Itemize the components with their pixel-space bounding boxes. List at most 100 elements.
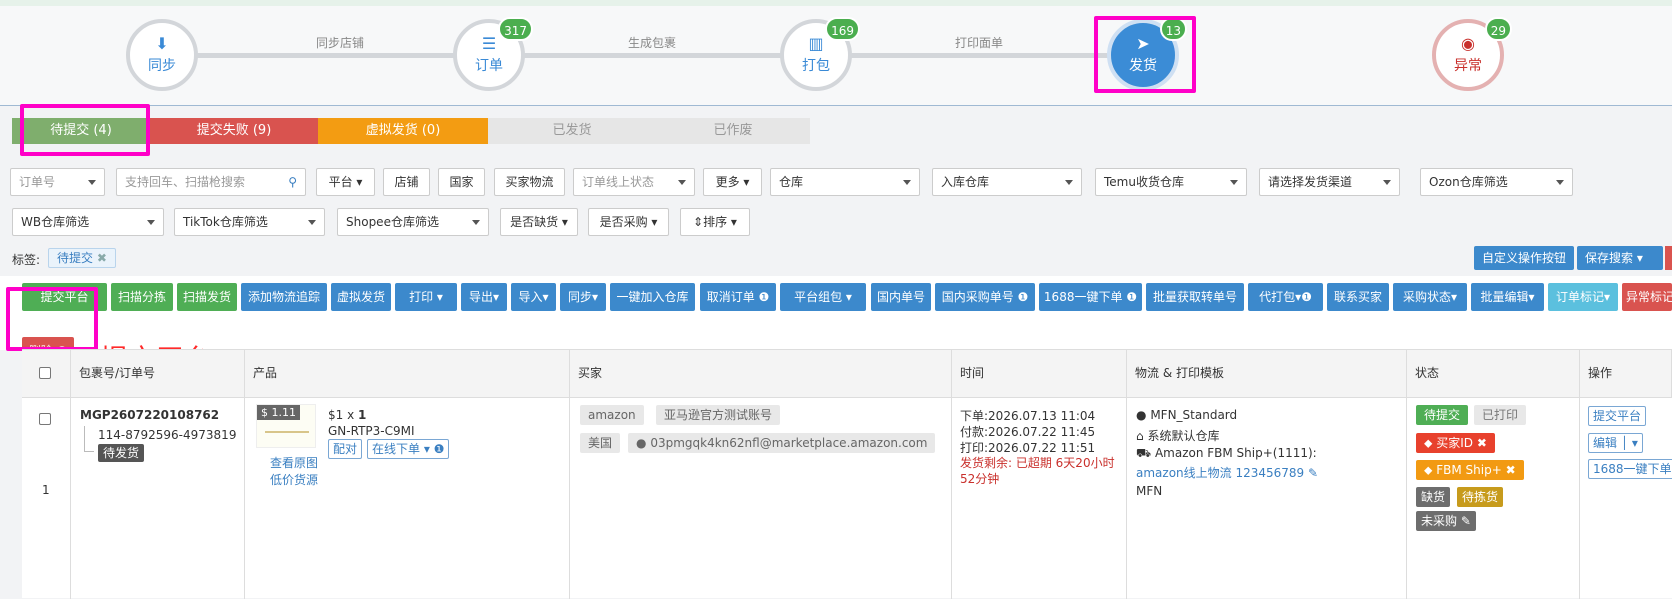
info-icon: ❶ [1017, 290, 1029, 304]
temu-warehouse-select[interactable]: Temu收货仓库 [1095, 168, 1247, 196]
batch-transfer-number-button[interactable]: 批量获取转单号 [1146, 283, 1244, 311]
proxy-pack-button[interactable]: 代打包▾❶ [1248, 283, 1323, 311]
cheap-source-link[interactable]: 低价货源 [270, 471, 318, 488]
step-abnormal[interactable]: ◉ 异常 29 [1432, 17, 1512, 91]
op-1688-label: 1688一键下单 [1593, 462, 1672, 476]
logistics-warehouse: ⌂ 系统默认仓库 [1136, 427, 1219, 444]
platform-pack-button[interactable]: 平台组包 ▾ [780, 283, 866, 311]
online-status-label: 订单线上状态 [582, 175, 655, 189]
close-icon[interactable]: ✖ [1477, 436, 1487, 450]
scan-sort-button[interactable]: 扫描分拣 [111, 283, 173, 311]
caret-icon [472, 220, 480, 225]
tag-icon: ⬥ [1424, 463, 1433, 477]
ozon-warehouse-select[interactable]: Ozon仓库筛选 [1420, 168, 1573, 196]
domestic-number-button[interactable]: 国内单号 [871, 283, 931, 311]
print-button[interactable]: 打印 ▾ [395, 283, 457, 311]
row-checkbox[interactable] [39, 413, 51, 425]
view-image-link[interactable]: 查看原图 [270, 454, 318, 471]
online-order-button[interactable]: 在线下单 ▾ ❶ [367, 439, 450, 459]
op-edit-button[interactable]: 编辑 │ ▾ [1588, 433, 1643, 453]
sort-icon: ⇕ [693, 215, 704, 229]
order-number[interactable]: 114-8792596-4973819 [98, 428, 236, 442]
out-of-stock-dropdown[interactable]: 是否缺货 ▾ [500, 208, 578, 236]
domestic-purchase-number-button[interactable]: 国内采购单号 ❶ [935, 283, 1035, 311]
sync-button[interactable]: 同步▾ [560, 283, 606, 311]
purchase-status-button[interactable]: 采购状态▾ [1393, 283, 1467, 311]
header-actions: 操作 [1580, 350, 1672, 398]
edge-red-button[interactable] [1665, 246, 1672, 270]
add-to-warehouse-button[interactable]: 一键加入仓库 [610, 283, 695, 311]
tab-voided[interactable]: 已作废 [656, 118, 810, 144]
purchased-dropdown[interactable]: 是否采购 ▾ [588, 208, 669, 236]
caret-icon [678, 180, 686, 185]
truck-icon: ⛟ [1136, 446, 1152, 460]
ship-remaining: 发货剩余: 已超期 6天20小时52分钟 [960, 456, 1115, 486]
match-button[interactable]: 配对 [328, 439, 363, 459]
cancel-order-button[interactable]: 取消订单 ❶ [700, 283, 776, 311]
export-button[interactable]: 导出▾ [461, 283, 507, 311]
save-search-button[interactable]: 保存搜索 ▾ [1577, 246, 1663, 270]
tab-submit-failed[interactable]: 提交失败 (9) [150, 118, 318, 144]
tab-virtual-ship[interactable]: 虚拟发货 (0) [318, 118, 488, 144]
search-input[interactable]: 支持回车、扫描枪搜索 ⚲ [116, 168, 306, 196]
inbound-warehouse-select[interactable]: 入库仓库 [932, 168, 1082, 196]
filter-tag[interactable]: 待提交 ✖ [48, 248, 116, 268]
filter-tag-label: 待提交 [57, 251, 94, 265]
buyer-logistics-button[interactable]: 买家物流 [494, 168, 565, 196]
wb-warehouse-select[interactable]: WB仓库筛选 [12, 208, 164, 236]
buyer-id-tag[interactable]: ⬥ 买家ID ✖ [1416, 433, 1495, 453]
abnormal-mark-button[interactable]: 异常标记 [1622, 283, 1672, 311]
warehouse-select[interactable]: 仓库 [770, 168, 920, 196]
search-icon[interactable]: ⚲ [288, 169, 297, 195]
caret-icon [308, 220, 316, 225]
price-quantity: $1 x 1 [328, 408, 366, 422]
status-printed-tag: 已打印 [1474, 405, 1527, 425]
op-1688-button[interactable]: 1688一键下单 ❶ [1588, 459, 1672, 479]
highlight-submit-platform [6, 287, 98, 351]
order-1688-button[interactable]: 1688一键下单 ❶ [1039, 283, 1142, 311]
step-pack[interactable]: ▥ 打包 169 [780, 17, 860, 91]
import-button[interactable]: 导入▾ [511, 283, 556, 311]
add-tracking-button[interactable]: 添加物流追踪 [241, 283, 327, 311]
scan-ship-button[interactable]: 扫描发货 [177, 283, 237, 311]
ozon-warehouse-label: Ozon仓库筛选 [1429, 175, 1508, 189]
package-number[interactable]: MGP2607220108762 [80, 408, 219, 422]
shopee-warehouse-select[interactable]: Shopee仓库筛选 [337, 208, 489, 236]
cell-buyer [570, 398, 952, 599]
tab-shipped[interactable]: 已发货 [488, 118, 656, 144]
close-icon[interactable]: ✖ [1506, 463, 1516, 477]
tiktok-warehouse-select[interactable]: TikTok仓库筛选 [174, 208, 325, 236]
barcode-icon: ▥ [808, 34, 824, 53]
ship-channel-select[interactable]: 请选择发货渠道 [1259, 168, 1400, 196]
tracking-link[interactable]: amazon线上物流 123456789 ✎ [1136, 464, 1318, 481]
not-purchased-tag[interactable]: 未采购 ✎ [1416, 511, 1476, 531]
online-status-select[interactable]: 订单线上状态 [573, 168, 695, 196]
edit-icon[interactable]: ✎ [1308, 466, 1318, 480]
country-button[interactable]: 国家 [438, 168, 485, 196]
orders-table: 包裹号/订单号 产品 买家 时间 物流 & 打印模板 状态 操作 1 MGP26… [22, 349, 1672, 599]
op-submit-platform-button[interactable]: 提交平台 [1588, 406, 1647, 426]
sort-label: 排序 [703, 215, 728, 229]
stockout-tag: 缺货 [1416, 487, 1451, 507]
close-icon[interactable]: ✖ [97, 251, 107, 265]
order-mark-button[interactable]: 订单标记▾ [1548, 283, 1618, 311]
more-dropdown[interactable]: 更多 ▾ [703, 168, 762, 196]
virtual-ship-button[interactable]: 虚拟发货 [331, 283, 391, 311]
contact-buyer-button[interactable]: 联系买家 [1327, 283, 1389, 311]
sort-dropdown[interactable]: ⇕排序 ▾ [680, 208, 750, 236]
select-all-checkbox[interactable] [39, 367, 51, 379]
shop-button[interactable]: 店铺 [383, 168, 430, 196]
fbm-tag[interactable]: ⬥ FBM Ship+ ✖ [1416, 460, 1524, 480]
tag-icon: ⬥ [1424, 436, 1433, 450]
caret-icon [1065, 180, 1073, 185]
search-placeholder: 支持回车、扫描枪搜索 [125, 175, 246, 189]
step-sync[interactable]: ⬇ 同步 [126, 19, 198, 91]
step-orders[interactable]: ☰ 订单 317 [453, 17, 533, 91]
custom-action-button[interactable]: 自定义操作按钮 [1474, 246, 1574, 270]
edit-icon[interactable]: ✎ [1461, 514, 1471, 528]
download-icon: ⬇ [155, 34, 169, 53]
order-number-select[interactable]: 订单号 [10, 168, 105, 196]
batch-edit-button[interactable]: 批量编辑▾ [1471, 283, 1544, 311]
platform-dropdown[interactable]: 平台 ▾ [316, 168, 375, 196]
product-image[interactable]: $ 1.11 [256, 404, 316, 448]
